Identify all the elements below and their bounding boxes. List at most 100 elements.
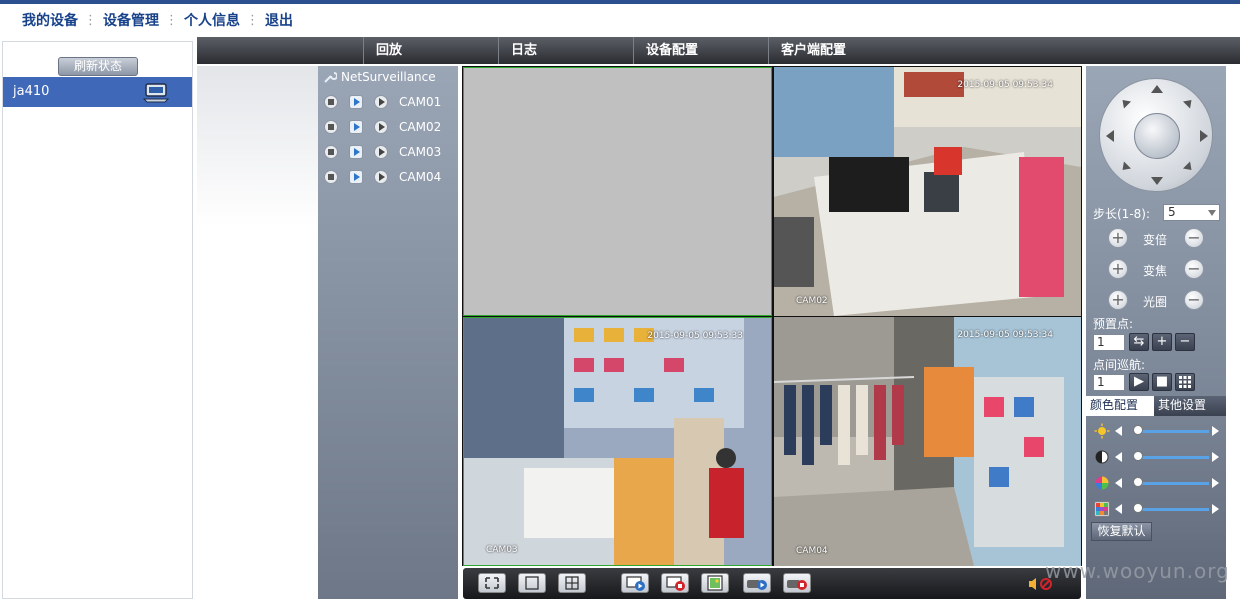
play-icon[interactable] — [374, 120, 388, 134]
tab-log[interactable]: 日志 — [498, 37, 634, 64]
brightness-increase-icon[interactable] — [1212, 426, 1219, 436]
iris-label: 光圈 — [1143, 295, 1168, 309]
step-select-value: 5 — [1168, 205, 1176, 219]
focus-in-button[interactable]: + — [1108, 259, 1128, 279]
focus-out-button[interactable]: − — [1184, 259, 1204, 279]
ptz-direction-dial — [1099, 78, 1213, 192]
hue-slider-knob[interactable] — [1133, 503, 1143, 513]
main-tab-bar: 回放 日志 设备配置 客户端配置 — [197, 37, 1240, 64]
start-record-button[interactable] — [743, 573, 771, 593]
stop-icon[interactable] — [324, 95, 338, 109]
open-video-icon — [626, 576, 645, 591]
ptz-center-button[interactable] — [1134, 113, 1180, 159]
tab-other-settings[interactable]: 其他设置 — [1154, 396, 1226, 416]
play-icon[interactable] — [374, 170, 388, 184]
snapshot-button[interactable] — [701, 573, 729, 593]
camera-label[interactable]: CAM03 — [399, 145, 441, 159]
record-stop-icon — [787, 580, 807, 590]
video-timestamp: 2015-09-05 09:53:34 — [957, 80, 1053, 90]
contrast-slider-knob[interactable] — [1133, 451, 1143, 461]
refresh-status-button[interactable]: 刷新状态 — [58, 57, 138, 76]
cruise-start-button[interactable]: ▶ — [1129, 373, 1149, 391]
picture-icon — [707, 575, 723, 591]
menu-personal-info[interactable]: 个人信息 — [184, 10, 240, 30]
saturation-slider-track[interactable] — [1135, 482, 1209, 485]
device-item[interactable]: ja410 — [3, 77, 192, 107]
play-icon[interactable] — [374, 95, 388, 109]
saturation-decrease-icon[interactable] — [1115, 478, 1122, 488]
single-view-button[interactable] — [518, 573, 546, 593]
zoom-out-button[interactable]: − — [1184, 228, 1204, 248]
video-cell-2[interactable]: 2015-09-05 09:53:34 CAM02 — [774, 67, 1081, 316]
hue-decrease-icon[interactable] — [1115, 504, 1122, 514]
zoom-in-button[interactable]: + — [1108, 228, 1128, 248]
iris-close-button[interactable]: − — [1184, 290, 1204, 310]
top-accent-line — [0, 0, 1240, 4]
video-camera-label: CAM04 — [796, 546, 828, 556]
brightness-slider-knob[interactable] — [1133, 425, 1143, 435]
brightness-decrease-icon[interactable] — [1115, 426, 1122, 436]
ptz-panel: 步长(1-8): 5 + 变倍 − + 变焦 − + 光圈 − 预置点: 1 ⇆… — [1086, 66, 1226, 599]
menu-device-management[interactable]: 设备管理 — [103, 10, 159, 30]
record-start-icon — [747, 580, 767, 590]
preset-add-button[interactable]: + — [1152, 333, 1172, 351]
camera-label[interactable]: CAM01 — [399, 95, 441, 109]
ptz-right-arrow-icon[interactable] — [1200, 130, 1208, 142]
ptz-down-arrow-icon[interactable] — [1151, 177, 1163, 185]
video-cell-3[interactable]: 2015-09-05 09:53:33 CAM03 — [463, 317, 772, 566]
saturation-slider-knob[interactable] — [1133, 477, 1143, 487]
preset-goto-button[interactable]: ⇆ — [1129, 333, 1149, 351]
menu-logout[interactable]: 退出 — [265, 10, 293, 30]
ptz-left-arrow-icon[interactable] — [1106, 130, 1114, 142]
restore-defaults-button[interactable]: 恢复默认 — [1091, 522, 1152, 541]
play-preview-icon[interactable] — [349, 120, 363, 134]
cruise-stop-button[interactable]: ■ — [1152, 373, 1172, 391]
stop-icon[interactable] — [324, 145, 338, 159]
ptz-up-right-arrow-icon[interactable] — [1182, 96, 1196, 109]
play-preview-icon[interactable] — [349, 95, 363, 109]
brightness-slider-track[interactable] — [1135, 430, 1209, 433]
close-all-video-button[interactable] — [661, 573, 689, 593]
contrast-increase-icon[interactable] — [1212, 452, 1219, 462]
camera-label[interactable]: CAM04 — [399, 170, 441, 184]
preset-input[interactable]: 1 — [1093, 334, 1125, 351]
tab-color-config[interactable]: 颜色配置 — [1086, 396, 1154, 416]
stop-icon[interactable] — [324, 170, 338, 184]
contrast-decrease-icon[interactable] — [1115, 452, 1122, 462]
play-icon[interactable] — [374, 145, 388, 159]
camera-tree-root[interactable]: NetSurveillance — [323, 70, 436, 84]
zoom-label: 变倍 — [1143, 233, 1168, 247]
video-cell-4[interactable]: 2015-09-05 09:53:34 CAM04 — [774, 317, 1081, 566]
menu-my-devices[interactable]: 我的设备 — [22, 10, 78, 30]
tab-device-config[interactable]: 设备配置 — [633, 37, 769, 64]
play-preview-icon[interactable] — [349, 170, 363, 184]
tab-playback[interactable]: 回放 — [363, 37, 499, 64]
ptz-down-right-arrow-icon[interactable] — [1182, 161, 1196, 174]
step-select[interactable]: 5 — [1163, 204, 1220, 221]
fullscreen-button[interactable] — [478, 573, 506, 593]
hue-slider-track[interactable] — [1135, 508, 1209, 511]
iris-open-button[interactable]: + — [1108, 290, 1128, 310]
contrast-slider-track[interactable] — [1135, 456, 1209, 459]
stop-record-button[interactable] — [783, 573, 811, 593]
ptz-up-arrow-icon[interactable] — [1151, 85, 1163, 93]
stop-icon[interactable] — [324, 120, 338, 134]
close-video-icon — [666, 576, 685, 591]
camera-label[interactable]: CAM02 — [399, 120, 441, 134]
saturation-icon — [1095, 476, 1109, 490]
preset-remove-button[interactable]: − — [1175, 333, 1195, 351]
ptz-down-left-arrow-icon[interactable] — [1118, 161, 1132, 174]
play-preview-icon[interactable] — [349, 145, 363, 159]
hue-increase-icon[interactable] — [1212, 504, 1219, 514]
saturation-increase-icon[interactable] — [1212, 478, 1219, 488]
video-cell-1[interactable] — [463, 67, 772, 316]
cruise-input[interactable]: 1 — [1093, 374, 1125, 391]
contrast-slider-row — [1094, 449, 1220, 465]
open-all-video-button[interactable] — [621, 573, 649, 593]
ptz-up-left-arrow-icon[interactable] — [1118, 96, 1132, 109]
cruise-grid-button[interactable] — [1175, 373, 1195, 391]
quad-view-button[interactable] — [558, 573, 586, 593]
tab-client-config[interactable]: 客户端配置 — [768, 37, 968, 64]
cam02-feed-image — [774, 67, 1081, 316]
menu-separator: ⋮ — [84, 12, 97, 28]
